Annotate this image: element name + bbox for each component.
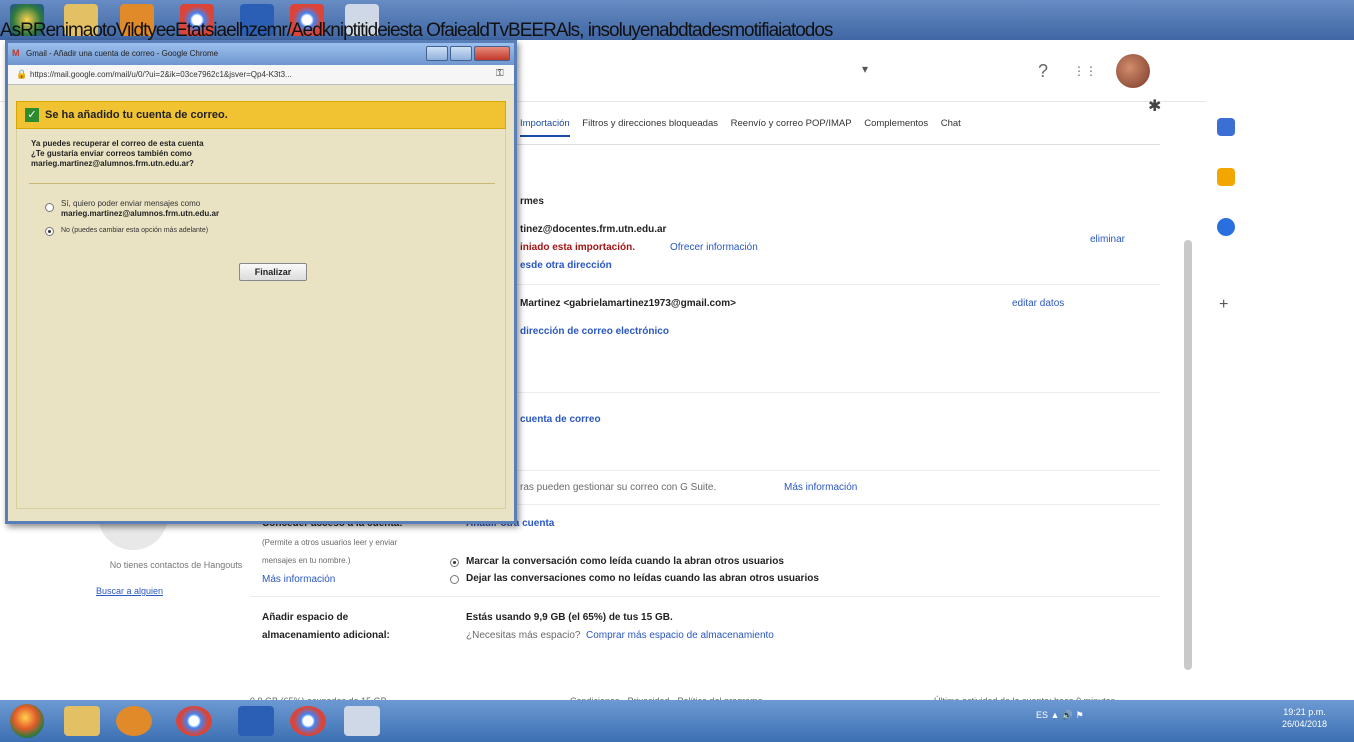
tab-reenvio[interactable]: Reenvío y correo POP/IMAP — [731, 118, 852, 129]
finish-button[interactable]: Finalizar — [239, 263, 307, 281]
mark-read-label: Marcar la conversación como leída cuando… — [466, 556, 784, 567]
popup-titlebar[interactable]: M Gmail - Añadir una cuenta de correo - … — [8, 43, 514, 65]
option-no-radio[interactable] — [45, 227, 54, 236]
option-yes-radio[interactable] — [45, 203, 54, 212]
app-taskbar-icon[interactable] — [238, 706, 274, 736]
edit-info-link[interactable]: editar datos — [1012, 298, 1064, 309]
import-status: iniado esta importación. — [520, 242, 636, 253]
question-line-1: Ya puedes recuperar el correo de esta cu… — [31, 139, 204, 148]
apps-grid-icon[interactable]: ⋮⋮ — [1072, 58, 1098, 84]
calendar-icon[interactable] — [1217, 118, 1235, 136]
question-divider — [29, 183, 495, 184]
avatar[interactable] — [1116, 54, 1150, 88]
import-email: tinez@docentes.frm.utn.edu.ar — [520, 224, 667, 235]
add-addon-icon[interactable]: + — [1219, 296, 1228, 314]
close-button[interactable] — [474, 46, 510, 61]
system-tray[interactable]: ES ▲ 🔊 ⚑ — [1036, 710, 1084, 721]
gsuite-text: ras pueden gestionar su correo con G Sui… — [520, 482, 717, 493]
settings-tabs: Importación Filtros y direcciones bloque… — [520, 118, 1160, 142]
gmail-favicon-icon: M — [12, 48, 20, 58]
storage-need: ¿Necesitas más espacio? — [466, 630, 581, 641]
add-account-popup-window: M Gmail - Añadir una cuenta de correo - … — [5, 40, 517, 524]
maximize-button[interactable] — [450, 46, 472, 61]
tasks-icon[interactable] — [1217, 218, 1235, 236]
popup-title: Gmail - Añadir una cuenta de correo - Go… — [26, 49, 219, 58]
add-account-link[interactable]: cuenta de correo — [520, 414, 601, 425]
storage-label-2: almacenamiento adicional: — [262, 630, 390, 641]
import-other-link[interactable]: esde otra dirección — [520, 260, 612, 271]
media-taskbar-icon[interactable] — [116, 706, 152, 736]
success-banner: ✓ Se ha añadido tu cuenta de correo. — [16, 101, 506, 129]
help-icon[interactable]: ? — [1030, 58, 1056, 84]
row-fragment: rmes — [520, 196, 544, 207]
clock-time: 19:21 p.m. — [1283, 707, 1326, 717]
grant-access-sub1: (Permite a otros usuarios leer y enviar — [262, 538, 398, 547]
clock[interactable]: 19:21 p.m. 26/04/2018 — [1282, 706, 1327, 730]
question-line-3: marieg.martinez@alumnos.frm.utn.edu.ar? — [31, 159, 194, 168]
find-someone-link[interactable]: Buscar a alguien — [96, 586, 163, 596]
lock-icon: 🔒 — [16, 69, 28, 79]
tab-importacion[interactable]: Importación — [520, 118, 570, 137]
minimize-button[interactable] — [426, 46, 448, 61]
windows-taskbar: ES ▲ 🔊 ⚑ 19:21 p.m. 26/04/2018 — [0, 700, 1354, 742]
question-line-2: ¿Te gustaría enviar correos también como — [31, 149, 192, 158]
chrome-taskbar-icon-2[interactable] — [290, 706, 326, 736]
add-address-link[interactable]: dirección de correo electrónico — [520, 326, 669, 337]
grant-access-more-link[interactable]: Más información — [262, 574, 335, 585]
clock-date: 26/04/2018 — [1282, 719, 1328, 729]
start-button[interactable] — [10, 704, 44, 738]
mark-read-radio[interactable] — [450, 558, 459, 567]
leave-unread-label: Dejar las conversaciones como no leídas … — [466, 573, 819, 584]
delete-link[interactable]: eliminar — [1090, 234, 1125, 245]
explorer-taskbar-icon[interactable] — [64, 706, 100, 736]
storage-usage: Estás usando 9,9 GB (el 65%) de tus 15 G… — [466, 612, 673, 623]
key-icon[interactable]: ⚿ — [496, 68, 504, 79]
option-yes-label: Sí, quiero poder enviar mensajes como — [61, 199, 201, 208]
popup-body: Ya puedes recuperar el correo de esta cu… — [16, 129, 506, 509]
storage-label-1: Añadir espacio de — [262, 612, 349, 623]
section-divider — [250, 596, 1160, 597]
chevron-down-icon[interactable]: ▾ — [862, 62, 868, 76]
scrollbar[interactable] — [1184, 240, 1192, 670]
gear-icon[interactable]: ✱ — [1148, 96, 1161, 116]
tab-complementos[interactable]: Complementos — [864, 118, 928, 129]
option-no-label: No (puedes cambiar esta opción más adela… — [61, 227, 209, 234]
buy-storage-link[interactable]: Comprar más espacio de almacenamiento — [586, 630, 774, 641]
overlay-caption: AsRRenimaotoVildtyeeEtatsiaelhzemr/Aedkn… — [0, 20, 833, 41]
grant-access-sub2: mensajes en tu nombre.) — [262, 556, 351, 565]
popup-url[interactable]: https://mail.google.com/mail/u/0/?ui=2&i… — [30, 70, 292, 79]
send-as-address: Martinez <gabrielamartinez1973@gmail.com… — [520, 298, 736, 309]
tab-filtros[interactable]: Filtros y direcciones bloqueadas — [582, 118, 718, 129]
gsuite-more-link[interactable]: Más información — [784, 482, 857, 493]
keep-icon[interactable] — [1217, 168, 1235, 186]
side-panel — [1206, 62, 1354, 660]
popup-address-bar[interactable]: 🔒 https://mail.google.com/mail/u/0/?ui=2… — [8, 65, 514, 85]
offer-info-link[interactable]: Ofrecer información — [670, 242, 758, 253]
no-contacts-note: No tienes contactos de Hangouts — [109, 560, 243, 570]
leave-unread-radio[interactable] — [450, 575, 459, 584]
option-yes-address: marieg.martinez@alumnos.frm.utn.edu.ar — [61, 209, 220, 218]
tab-chat[interactable]: Chat — [941, 118, 961, 129]
checkmark-icon: ✓ — [25, 108, 39, 122]
control-panel-taskbar-icon[interactable] — [344, 706, 380, 736]
chrome-taskbar-icon[interactable] — [176, 706, 212, 736]
banner-text: Se ha añadido tu cuenta de correo. — [45, 109, 228, 121]
